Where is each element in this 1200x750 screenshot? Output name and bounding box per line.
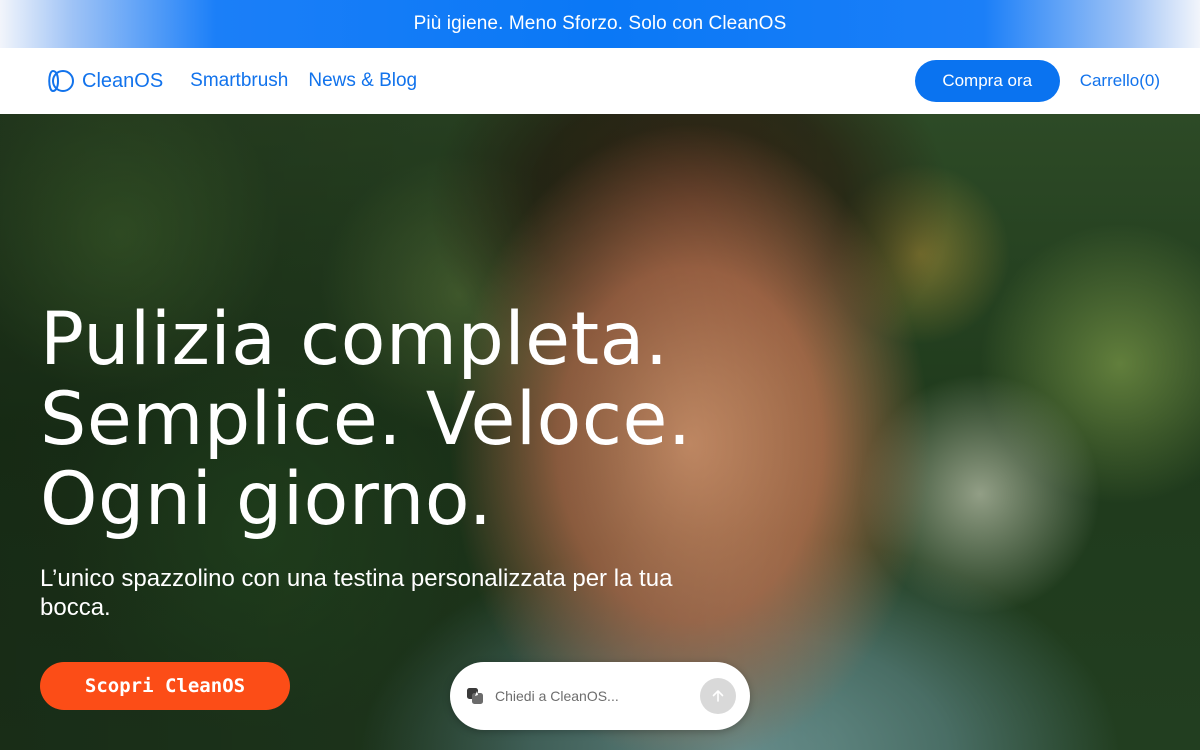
nav-link-news-blog[interactable]: News & Blog	[308, 70, 417, 92]
announcement-text: Più igiene. Meno Sforzo. Solo con CleanO…	[413, 13, 787, 34]
chat-ai-icon	[467, 688, 483, 704]
announcement-bar: Più igiene. Meno Sforzo. Solo con CleanO…	[0, 0, 1200, 48]
cart-link[interactable]: Carrello(0)	[1080, 71, 1160, 91]
hero-subhead: L’unico spazzolino con una testina perso…	[40, 565, 673, 621]
ask-cleanos-input[interactable]	[495, 688, 700, 704]
site-header: CleanOS Smartbrush News & Blog Compra or…	[0, 48, 1200, 114]
logo[interactable]: CleanOS	[46, 68, 163, 94]
main-nav: Smartbrush News & Blog	[190, 70, 437, 92]
hero-headline: Pulizia completa. Semplice. Veloce. Ogni…	[40, 300, 740, 540]
buy-now-button[interactable]: Compra ora	[914, 60, 1060, 102]
hero-section: Pulizia completa. Semplice. Veloce. Ogni…	[0, 114, 1200, 750]
headline-line-3: Ogni giorno.	[40, 457, 493, 542]
discover-cleanos-button[interactable]: Scopri CleanOS	[40, 662, 290, 710]
arrow-up-icon	[712, 690, 724, 702]
cleanos-logo-icon	[48, 69, 74, 93]
headline-line-1: Pulizia completa.	[40, 297, 669, 382]
ask-cleanos-box	[450, 662, 750, 730]
logo-text: CleanOS	[82, 69, 164, 92]
nav-link-smartbrush[interactable]: Smartbrush	[190, 70, 288, 92]
headline-line-2: Semplice. Veloce.	[40, 377, 692, 462]
send-button[interactable]	[700, 678, 736, 714]
